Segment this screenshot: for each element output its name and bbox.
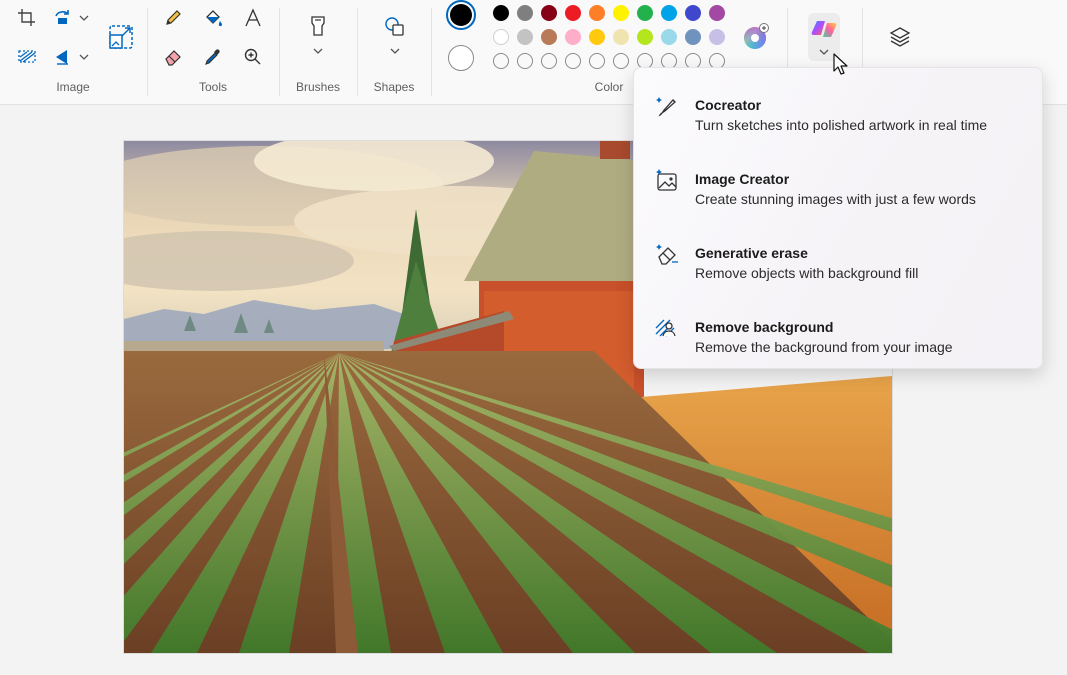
color-swatch[interactable] (685, 5, 701, 21)
color-swatch[interactable] (613, 5, 629, 21)
color-swatch[interactable] (589, 5, 605, 21)
crop-button[interactable] (12, 3, 42, 33)
color-swatch[interactable] (589, 29, 605, 45)
text-icon (245, 8, 261, 27)
select-button[interactable] (12, 42, 42, 72)
color-wheel-icon (744, 23, 769, 49)
menu-item-title: Cocreator (695, 97, 762, 113)
shapes-group-label: Shapes (373, 80, 415, 94)
magnifier-button[interactable] (238, 42, 268, 72)
color-swatch[interactable] (565, 29, 581, 45)
cocreator-icon (656, 97, 676, 117)
custom-color-slot[interactable] (565, 53, 581, 69)
rotate-icon (55, 10, 89, 24)
menu-item-title: Generative erase (695, 245, 808, 261)
color-swatch[interactable] (709, 5, 725, 21)
edit-colors-button[interactable] (741, 22, 771, 52)
color-swatch[interactable] (565, 5, 581, 21)
color-swatch[interactable] (709, 29, 725, 45)
color-swatch[interactable] (517, 5, 533, 21)
pencil-button[interactable] (158, 3, 188, 33)
color-swatch[interactable] (685, 29, 701, 45)
color-swatch[interactable] (661, 29, 677, 45)
color-swatch[interactable] (493, 29, 509, 45)
layers-icon (889, 27, 911, 47)
menu-item-image-creator[interactable]: Image Creator Create stunning images wit… (634, 148, 1042, 222)
image-group: Image (0, 0, 146, 104)
color-swatch[interactable] (541, 5, 557, 21)
tools-group-label: Tools (198, 80, 227, 94)
flip-icon (56, 50, 89, 65)
magnifier-icon (244, 48, 261, 65)
pencil-icon (166, 10, 181, 25)
custom-color-slot[interactable] (541, 53, 557, 69)
image-group-label: Image (56, 80, 90, 94)
color-picker-icon (205, 49, 220, 65)
color-swatch[interactable] (517, 29, 533, 45)
primary-color[interactable] (446, 0, 476, 30)
brush-icon (311, 16, 325, 54)
shapes-icon (385, 17, 404, 54)
resize-button[interactable] (105, 21, 137, 53)
shapes-group: Shapes (358, 0, 430, 104)
mouse-pointer-icon (833, 53, 848, 75)
text-button[interactable] (238, 3, 268, 33)
color-swatch[interactable] (541, 29, 557, 45)
color-swatch[interactable] (637, 29, 653, 45)
menu-item-description: Create stunning images with just a few w… (695, 191, 976, 207)
resize-icon (109, 25, 133, 49)
fill-button[interactable] (198, 3, 228, 33)
shapes-button[interactable] (380, 12, 410, 62)
menu-item-title: Image Creator (695, 171, 790, 187)
menu-item-description: Turn sketches into polished artwork in r… (695, 117, 988, 133)
color-swatch[interactable] (613, 29, 629, 45)
custom-color-slot[interactable] (517, 53, 533, 69)
menu-item-description: Remove objects with background fill (695, 265, 919, 281)
copilot-menu: Cocreator Turn sketches into polished ar… (633, 67, 1043, 369)
eraser-icon (165, 50, 181, 66)
flip-button[interactable] (52, 42, 92, 72)
menu-item-title: Remove background (695, 319, 834, 335)
rotate-button[interactable] (52, 3, 92, 33)
color-swatch[interactable] (661, 5, 677, 21)
custom-color-slot[interactable] (493, 53, 509, 69)
layers-button[interactable] (885, 22, 915, 52)
crop-icon (18, 9, 35, 26)
menu-item-cocreator[interactable]: Cocreator Turn sketches into polished ar… (634, 74, 1042, 148)
menu-item-remove-background[interactable]: Remove background Remove the background … (634, 296, 1042, 370)
brushes-group-label: Brushes (295, 80, 341, 94)
select-icon (18, 50, 36, 63)
custom-color-slot[interactable] (613, 53, 629, 69)
fill-icon (206, 10, 222, 27)
tools-group: Tools (148, 0, 278, 104)
image-creator-icon (656, 169, 677, 191)
custom-color-slot[interactable] (589, 53, 605, 69)
secondary-color[interactable] (448, 45, 474, 71)
menu-item-generative-erase[interactable]: Generative erase Remove objects with bac… (634, 222, 1042, 296)
menu-item-description: Remove the background from your image (695, 339, 953, 355)
color-picker-button[interactable] (198, 42, 228, 72)
eraser-button[interactable] (158, 42, 188, 72)
brushes-button[interactable] (303, 12, 333, 62)
color-swatch[interactable] (637, 5, 653, 21)
remove-background-icon (655, 319, 676, 337)
color-swatch[interactable] (493, 5, 509, 21)
generative-erase-icon (656, 244, 678, 265)
brushes-group: Brushes (280, 0, 356, 104)
